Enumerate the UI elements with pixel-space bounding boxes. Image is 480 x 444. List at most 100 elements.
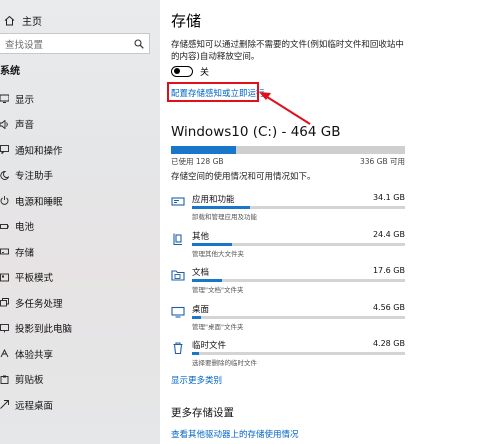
- category-name: 其他: [192, 231, 210, 242]
- drive-available-label: 336 GB 可用: [359, 157, 405, 166]
- main-content: 存储 存储感知可以通过删除不需要的文件(例如临时文件和回收站中的内容)自动释放空…: [160, 0, 480, 444]
- usage-description: 存储空间的使用情况和可用情况如下。: [171, 172, 316, 182]
- tablet-icon: [0, 273, 12, 282]
- category-bar: [192, 242, 405, 246]
- category-desktop[interactable]: 桌面 4.56 GB 管理"桌面"文件夹: [171, 302, 405, 339]
- section-title-system: 系统: [0, 66, 20, 77]
- drive-used-label: 已使用 128 GB: [171, 157, 224, 166]
- sidebar-item-label: 远程桌面: [15, 400, 54, 412]
- category-bar-fill: [192, 242, 233, 246]
- sidebar-item-tablet-mode[interactable]: 平板模式: [0, 265, 160, 291]
- category-list: 应用和功能 34.1 GB 卸载和管理应用及功能 其他 24.4 GB 管理其他…: [171, 192, 405, 375]
- notification-icon: [0, 145, 12, 155]
- sidebar-item-focus-assist[interactable]: 专注助手: [0, 163, 160, 189]
- speaker-icon: [0, 119, 12, 129]
- drive-usage-bar: [171, 146, 405, 154]
- category-size: 34.1 GB: [372, 193, 405, 202]
- category-documents[interactable]: 文档 17.6 GB 管理"文档"文件夹: [171, 265, 405, 302]
- share-icon: [0, 349, 12, 358]
- sidebar-item-shared-experiences[interactable]: 体验共享: [0, 341, 160, 367]
- moon-icon: [0, 170, 12, 180]
- storage-icon: [0, 247, 12, 256]
- category-subtitle: 管理"文档"文件夹: [192, 286, 244, 294]
- category-apps[interactable]: 应用和功能 34.1 GB 卸载和管理应用及功能: [171, 192, 405, 229]
- category-subtitle: 管理其他大文件夹: [192, 249, 244, 258]
- project-icon: [0, 323, 12, 333]
- power-icon: [0, 196, 12, 206]
- category-other[interactable]: 其他 24.4 GB 管理其他大文件夹: [171, 229, 405, 266]
- home-label: 主页: [22, 16, 42, 28]
- category-name: 桌面: [192, 304, 210, 315]
- remote-desktop-icon: [0, 400, 12, 410]
- desktop-icon: [171, 304, 185, 318]
- category-size: 24.4 GB: [372, 229, 405, 239]
- sidebar-item-label: 电源和睡眠: [15, 196, 63, 208]
- search-icon[interactable]: [129, 38, 149, 49]
- other-files-icon: [171, 231, 185, 245]
- category-size: 17.6 GB: [372, 266, 405, 275]
- more-storage-settings-title: 更多存储设置: [171, 407, 234, 419]
- category-bar: [192, 279, 405, 282]
- sidebar-item-label: 平板模式: [15, 273, 54, 285]
- sidebar-nav: 显示 声音 通知和操作 专注助手 电源和睡眠 电池 存储 平板模式 多任务处理 …: [0, 86, 160, 418]
- sidebar-item-label: 投影到此电脑: [15, 324, 73, 336]
- category-name: 临时文件: [192, 341, 227, 351]
- sidebar-item-display[interactable]: 显示: [0, 86, 160, 112]
- category-subtitle: 卸载和管理应用及功能: [192, 213, 257, 221]
- sidebar-item-battery[interactable]: 电池: [0, 214, 160, 240]
- category-bar: [192, 315, 405, 319]
- sidebar-item-project[interactable]: 投影到此电脑: [0, 316, 160, 342]
- apps-icon: [171, 194, 185, 208]
- category-size: 4.28 GB: [372, 339, 405, 348]
- sidebar-item-label: 体验共享: [15, 349, 54, 361]
- sidebar-item-label: 存储: [15, 247, 35, 259]
- display-icon: [0, 94, 12, 104]
- category-bar-fill: [192, 206, 250, 209]
- show-more-categories-link[interactable]: 显示更多类别: [171, 374, 222, 386]
- sidebar-item-sound[interactable]: 声音: [0, 112, 160, 138]
- sidebar-item-label: 电池: [15, 222, 35, 234]
- category-size: 4.56 GB: [372, 302, 405, 312]
- category-subtitle: 管理"桌面"文件夹: [192, 322, 244, 331]
- clipboard-icon: [0, 375, 12, 384]
- sidebar-item-power[interactable]: 电源和睡眠: [0, 188, 160, 214]
- highlight-box: [167, 82, 259, 102]
- storage-sense-description: 存储感知可以通过删除不需要的文件(例如临时文件和回收站中的内容)自动释放空间。: [171, 40, 404, 62]
- page-title: 存储: [171, 12, 202, 30]
- category-subtitle: 选择要删除的临时文件: [192, 359, 257, 367]
- toggle-state-label: 关: [200, 68, 210, 78]
- sidebar-item-clipboard[interactable]: 剪贴板: [0, 367, 160, 393]
- battery-icon: [0, 222, 12, 231]
- sidebar-item-multitasking[interactable]: 多任务处理: [0, 290, 160, 316]
- category-name: 文档: [192, 268, 210, 278]
- category-name: 应用和功能: [192, 195, 235, 205]
- sidebar-item-notifications[interactable]: 通知和操作: [0, 137, 160, 163]
- sidebar-item-storage[interactable]: 存储: [0, 239, 160, 265]
- category-bar: [192, 206, 405, 209]
- sidebar-item-label: 多任务处理: [15, 298, 63, 310]
- sidebar-item-label: 通知和操作: [15, 145, 63, 157]
- toggle-knob: [174, 68, 180, 75]
- home-icon: [0, 15, 18, 26]
- sidebar-item-label: 声音: [15, 120, 35, 132]
- drive-title: Windows10 (C:) - 464 GB: [171, 124, 341, 140]
- storage-sense-toggle[interactable]: [171, 66, 193, 77]
- category-bar-fill: [192, 315, 201, 319]
- category-bar-fill: [192, 279, 222, 282]
- home-nav-item[interactable]: 主页: [0, 12, 42, 28]
- sidebar: 主页 查找设置 系统 显示 声音 通知和操作 专注助手 电源和睡眠 电池 存储 …: [0, 0, 160, 444]
- sidebar-item-label: 剪贴板: [15, 375, 44, 387]
- multitask-icon: [0, 298, 12, 307]
- other-drives-usage-link[interactable]: 查看其他驱动器上的存储使用情况: [171, 428, 299, 440]
- category-bar: [192, 352, 405, 355]
- drive-usage-fill: [171, 146, 236, 154]
- trash-icon: [171, 340, 185, 355]
- documents-icon: [171, 267, 185, 281]
- category-temp-files[interactable]: 临时文件 4.28 GB 选择要删除的临时文件: [171, 338, 405, 375]
- category-bar-fill: [192, 352, 200, 355]
- sidebar-item-remote-desktop[interactable]: 远程桌面: [0, 392, 160, 418]
- sidebar-item-label: 专注助手: [15, 171, 54, 183]
- sidebar-item-label: 显示: [15, 94, 35, 106]
- search-placeholder: 查找设置: [5, 39, 44, 51]
- search-input[interactable]: 查找设置: [0, 33, 150, 54]
